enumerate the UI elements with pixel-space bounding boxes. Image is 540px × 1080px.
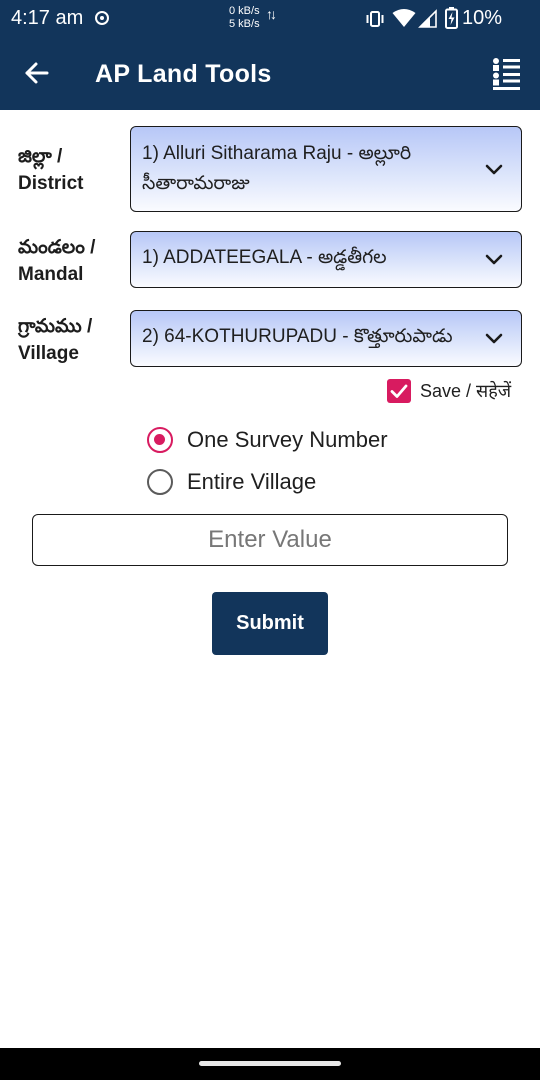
district-select[interactable]: 1) Alluri Sitharama Raju - అల్లూరి సీతార…: [130, 126, 522, 212]
village-selected-value: 2) 64-KOTHURUPADU - కొత్తూరుపాడు: [142, 326, 453, 347]
mandal-selected-value: 1) ADDATEEGALA - అడ్డతీగల: [142, 247, 387, 268]
mandal-label-en: Mandal: [18, 264, 84, 285]
network-speed: 0 kB/s 5 kB/s: [229, 5, 260, 31]
village-label: గ్రామము / Village: [18, 313, 128, 367]
data-transfer-icon: ↑↓: [266, 6, 277, 22]
radio-label: One Survey Number: [187, 427, 388, 452]
header: 4:17 am 0 kB/s 5 kB/s ↑↓ 10% AP Land Too: [0, 0, 540, 110]
chevron-down-icon: [485, 164, 503, 175]
district-label: జిల్లా / District: [18, 143, 128, 197]
home-gesture-handle[interactable]: [199, 1061, 341, 1066]
district-label-en: District: [18, 173, 84, 194]
village-label-en: Village: [18, 343, 79, 364]
chevron-down-icon: [485, 333, 503, 344]
district-selected-value: 1) Alluri Sitharama Raju - అల్లూరి సీతార…: [142, 143, 412, 194]
vibrate-icon: [366, 11, 384, 27]
speed-down: 5 kB/s: [229, 18, 260, 30]
value-input[interactable]: [32, 514, 508, 566]
chevron-down-icon: [485, 254, 503, 265]
mandal-label: మండలం / Mandal: [18, 234, 128, 288]
speed-up: 0 kB/s: [229, 5, 260, 17]
checkbox-checked-icon[interactable]: [387, 379, 411, 403]
village-select[interactable]: 2) 64-KOTHURUPADU - కొత్తూరుపాడు: [130, 310, 522, 367]
status-time: 4:17 am: [11, 7, 84, 29]
system-nav-bar: [0, 1048, 540, 1080]
radio-selected-icon[interactable]: [147, 427, 173, 453]
mandal-select[interactable]: 1) ADDATEEGALA - అడ్డతీగల: [130, 231, 522, 288]
wifi-icon: [392, 9, 416, 27]
battery-level: 10%: [462, 7, 503, 29]
signal-icon: [418, 9, 437, 28]
radio-label: Entire Village: [187, 469, 317, 494]
mandal-label-te: మండలం /: [18, 237, 96, 258]
screen-record-icon: [95, 11, 109, 25]
save-label: Save / सहेजें: [420, 381, 512, 401]
status-bar: 4:17 am 0 kB/s 5 kB/s ↑↓ 10%: [0, 0, 540, 38]
page-title: AP Land Tools: [95, 60, 272, 88]
village-label-te: గ్రామము /: [18, 316, 93, 337]
submit-button[interactable]: Submit: [212, 592, 328, 655]
arrow-left-icon[interactable]: [22, 58, 52, 88]
radio-unselected-icon[interactable]: [147, 469, 173, 495]
district-label-te: జిల్లా /: [18, 146, 63, 167]
list-menu-icon[interactable]: [490, 56, 522, 92]
battery-icon: [445, 7, 458, 29]
